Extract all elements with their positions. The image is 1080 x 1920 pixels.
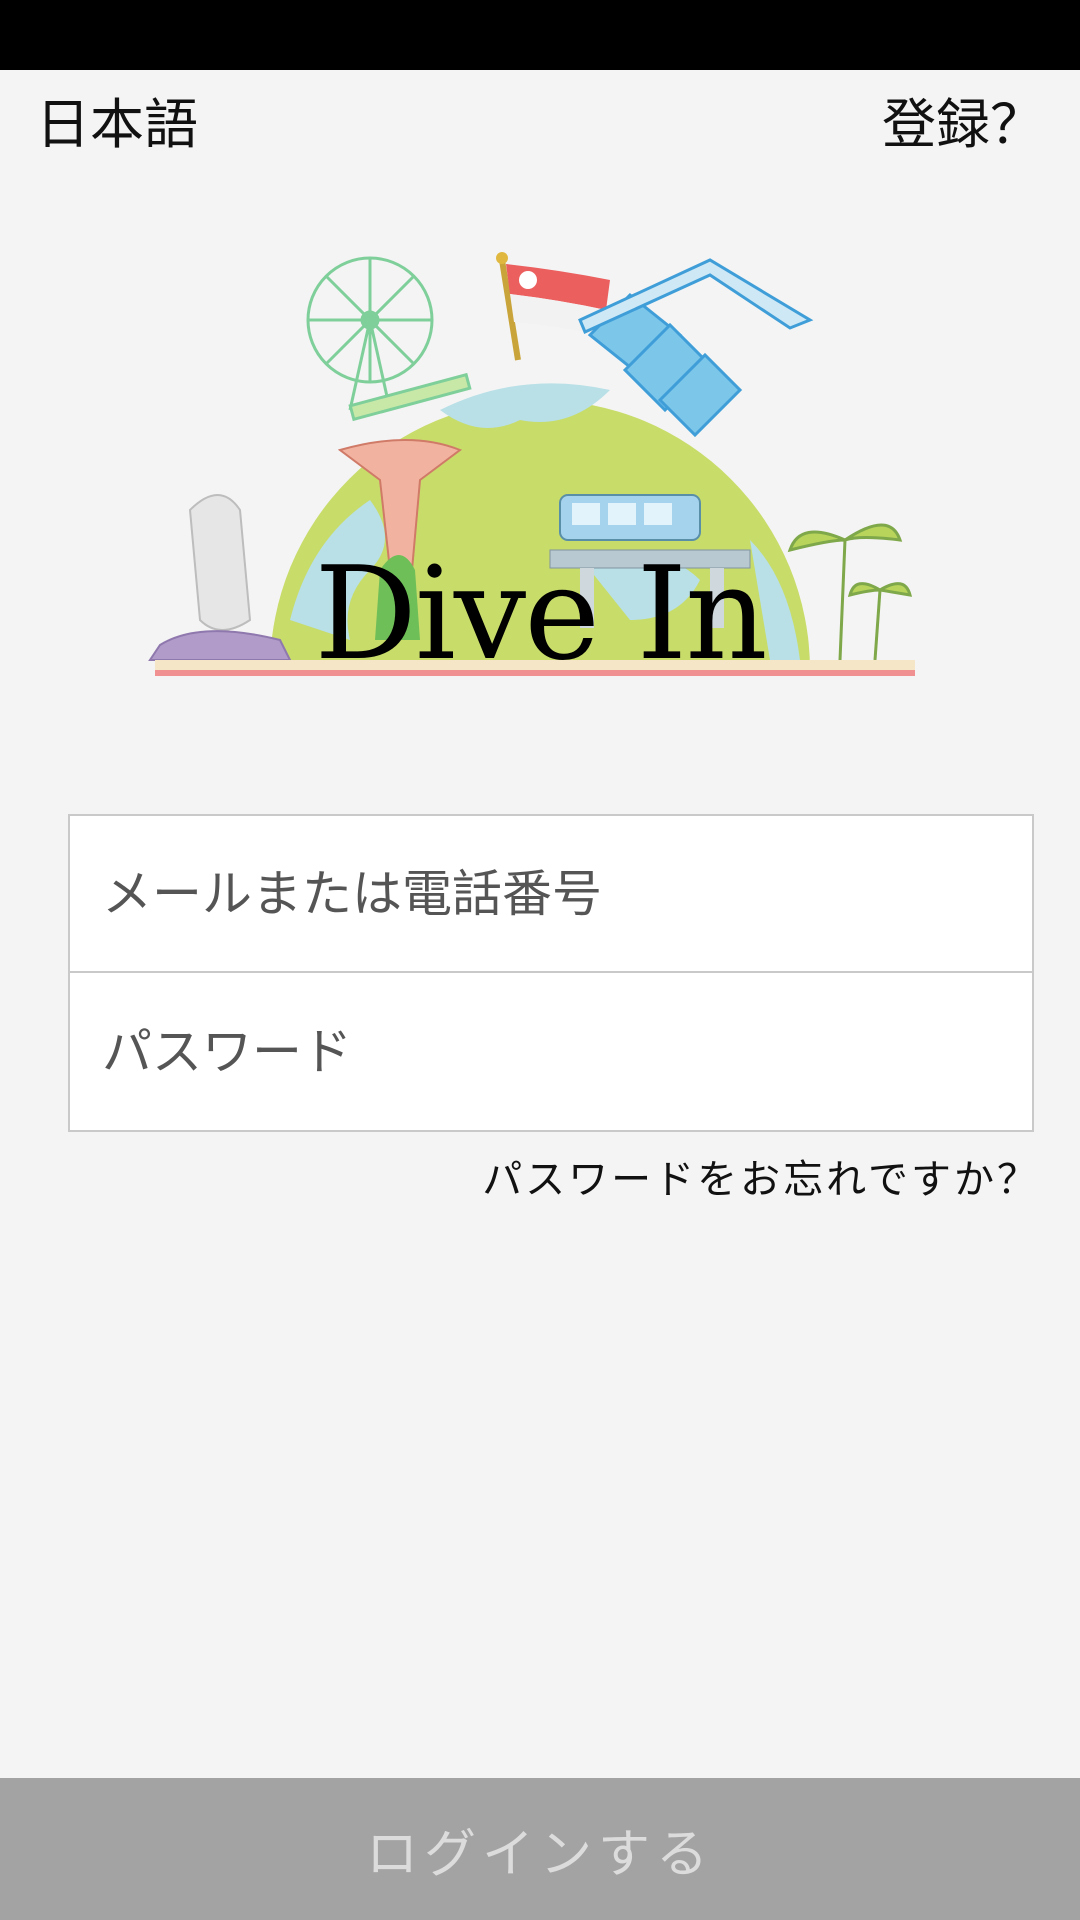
register-link[interactable]: 登録？ — [882, 90, 1044, 160]
language-selector[interactable]: 日本語 — [36, 90, 198, 160]
field-divider — [70, 971, 1032, 973]
email-phone-input[interactable] — [70, 816, 1032, 972]
ferris-wheel-icon — [306, 256, 472, 422]
brand-title: Dive In — [314, 540, 767, 689]
forgot-password-link[interactable]: パスワードをお忘れですか？ — [482, 1150, 1040, 1210]
password-input[interactable] — [70, 974, 1032, 1130]
login-button[interactable]: ログインする — [0, 1778, 1080, 1920]
status-bar — [0, 0, 1080, 70]
singapore-flag-icon — [496, 252, 610, 361]
login-form — [68, 814, 1034, 1132]
marina-bay-sands-icon — [578, 258, 814, 438]
